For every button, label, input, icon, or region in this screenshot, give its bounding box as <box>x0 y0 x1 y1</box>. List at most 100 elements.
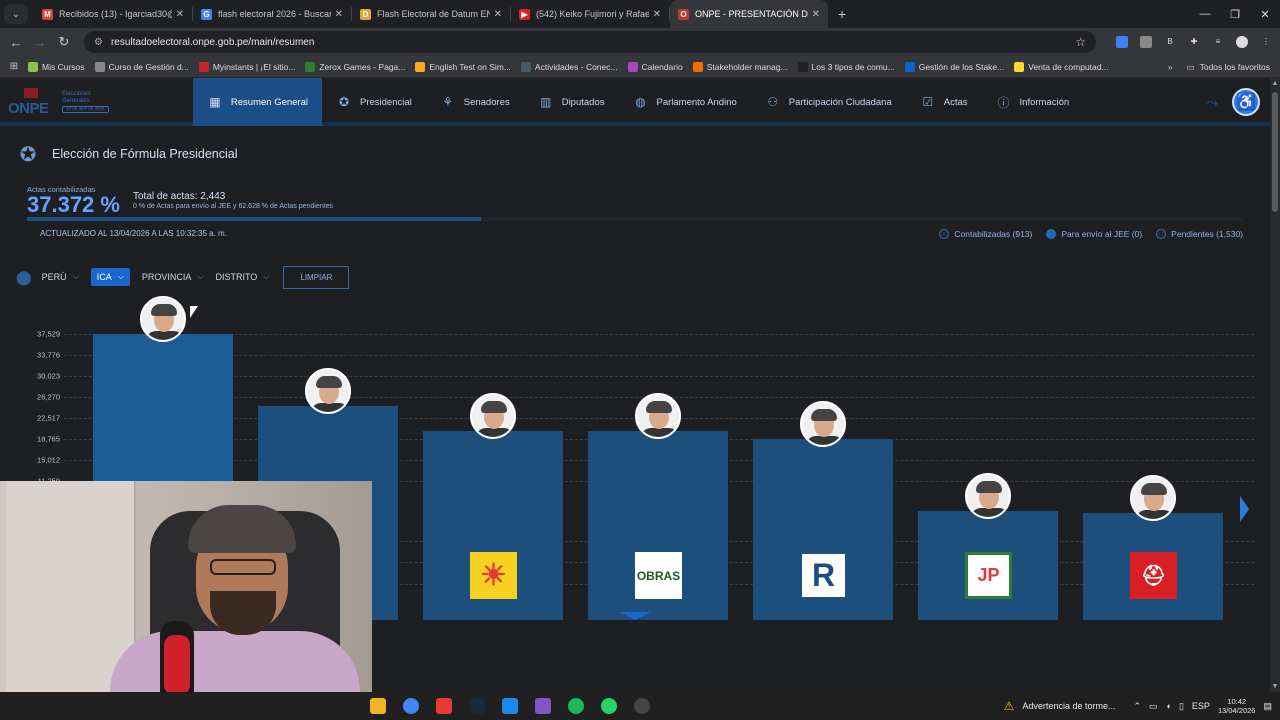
expand-chevron-icon[interactable] <box>619 612 651 620</box>
bookmark-item[interactable]: English Test on Sim... <box>415 61 511 72</box>
bookmark-item[interactable]: Mis Cursos <box>28 61 85 72</box>
scroll-down-icon[interactable]: ▼ <box>1271 683 1279 690</box>
legend-label: Para envío al JEE (0) <box>1061 229 1143 239</box>
clear-filters-button[interactable]: LIMPIAR <box>283 265 350 289</box>
accessibility-icon: ♿ <box>1236 94 1256 111</box>
country-select[interactable]: PERÚ ⌵ <box>42 272 79 282</box>
chrome-icon[interactable] <box>403 698 419 714</box>
candidate-photo[interactable] <box>1130 474 1176 521</box>
candidate-photo[interactable] <box>470 393 516 439</box>
forward-icon[interactable]: → <box>28 35 52 50</box>
nav-item-senadores[interactable]: ⚘ Senadores <box>426 78 524 126</box>
bookmark-item[interactable]: Los 3 tipos de comu... <box>797 61 895 72</box>
close-tab-icon[interactable]: ✕ <box>176 9 184 20</box>
legend-label: Contabilizadas (913) <box>954 229 1033 239</box>
close-tab-icon[interactable]: ✕ <box>335 9 343 20</box>
nav-item-parlamento-andino[interactable]: ◍ Parlamento Andino <box>618 78 750 126</box>
browser-tab[interactable]: ▶ (542) Keiko Fujimori y Rafael Ló ✕ <box>511 0 669 28</box>
close-tab-icon[interactable]: ✕ <box>653 9 661 20</box>
whatsapp-icon[interactable] <box>601 698 617 714</box>
y-tick-label: 33,776 <box>37 350 60 360</box>
network-icon[interactable]: ▭ <box>1149 701 1158 712</box>
brave-icon[interactable] <box>436 698 452 714</box>
section-title: Elección de Fórmula Presidencial <box>52 147 238 161</box>
app-icon[interactable] <box>502 698 518 714</box>
puzzle-icon[interactable]: ✚ <box>1188 36 1200 48</box>
apps-icon[interactable]: ⊞ <box>0 61 28 72</box>
candidate-photo[interactable] <box>635 393 681 439</box>
nav-item-actas[interactable]: ☑ Actas <box>906 78 982 126</box>
onpe-logo[interactable]: ONPE Elecciones Generales 12 de abril de… <box>8 86 118 118</box>
department-select[interactable]: ICA ⌵ <box>90 268 130 286</box>
nav-item-diputados[interactable]: ▥ Diputados <box>524 78 619 126</box>
nav-item-participaci-n-ciudadana[interactable]: ⚇ Participación Ciudadana <box>751 78 906 126</box>
district-select[interactable]: DISTRITO ⌵ <box>215 272 269 282</box>
volume-icon[interactable]: ◖ <box>1166 701 1171 711</box>
candidate-photo[interactable] <box>305 367 351 414</box>
restore-icon[interactable]: ❐ <box>1220 0 1250 28</box>
close-tab-icon[interactable]: ✕ <box>812 9 820 20</box>
notifications-icon[interactable]: ▤ <box>1263 701 1272 712</box>
profile-avatar[interactable] <box>1236 36 1248 48</box>
page-scrollbar[interactable]: ▲ ▼ <box>1270 78 1280 692</box>
extension-icon[interactable] <box>1140 36 1152 48</box>
bookmark-star-icon[interactable]: ☆ <box>1075 35 1086 49</box>
accessibility-button[interactable]: ♿ <box>1232 88 1260 116</box>
weather-text[interactable]: Advertencia de torme... <box>1022 701 1115 711</box>
bookmark-item[interactable]: Gestión de los Stake... <box>904 61 1004 72</box>
share-icon[interactable]: ⤳ <box>1207 94 1218 111</box>
url-text: resultadoelectoral.onpe.gob.pe/main/resu… <box>110 36 315 48</box>
candidate-photo[interactable] <box>965 473 1011 520</box>
extension-icon[interactable]: B <box>1164 36 1176 48</box>
scroll-up-icon[interactable]: ▲ <box>1271 80 1279 87</box>
nav-item-presidencial[interactable]: ✪ Presidencial <box>322 78 426 126</box>
nav-item-label: Presidencial <box>360 96 412 108</box>
battery-icon[interactable]: ▯ <box>1179 701 1184 712</box>
bookmark-item[interactable]: Zerox Games - Paga... <box>305 61 405 72</box>
address-bar[interactable]: ⚙ resultadoelectoral.onpe.gob.pe/main/re… <box>84 31 1096 53</box>
close-window-icon[interactable]: ✕ <box>1250 0 1280 28</box>
bookmark-item[interactable]: Calendario <box>627 61 683 72</box>
onpe-flag-icon <box>24 88 38 98</box>
back-icon[interactable]: ← <box>4 35 28 50</box>
language-indicator[interactable]: ESP <box>1192 701 1210 711</box>
scrollbar-thumb[interactable] <box>1272 92 1278 212</box>
chart-next-arrow[interactable] <box>1240 496 1249 522</box>
nav-item-resumen-general[interactable]: ▦ Resumen General <box>193 78 322 126</box>
clock[interactable]: 10:42 13/04/2026 <box>1218 697 1256 716</box>
obs-icon[interactable] <box>634 698 650 714</box>
site-info-icon[interactable]: ⚙ <box>94 37 103 48</box>
browser-tab[interactable]: M Recibidos (13) - Igarciad30@gm ✕ <box>34 0 192 28</box>
province-select[interactable]: PROVINCIA ⌵ <box>142 272 204 282</box>
all-favorites-folder[interactable]: ▭ Todos los favoritos <box>1187 62 1270 73</box>
browser-tab[interactable]: O ONPE - PRESENTACIÓN DE RES ✕ <box>670 0 828 28</box>
spotify-icon[interactable] <box>568 698 584 714</box>
extension-icon[interactable] <box>1116 36 1128 48</box>
clock-date: 13/04/2026 <box>1217 706 1256 715</box>
nav-item-informaci-n[interactable]: ⓘ Información <box>982 78 1084 126</box>
menu-icon[interactable]: ⋮ <box>1260 36 1272 48</box>
close-tab-icon[interactable]: ✕ <box>494 9 502 20</box>
media-icon[interactable]: ≡ <box>1212 36 1224 48</box>
candidate-photo[interactable] <box>140 296 186 342</box>
more-bookmarks-icon[interactable]: » <box>1168 62 1173 72</box>
bookmark-item[interactable]: Venta de computad... <box>1014 61 1109 72</box>
nav-item-label: Información <box>1019 96 1070 108</box>
bookmark-item[interactable]: Myinstants | ¡El sitio... <box>198 61 295 72</box>
browser-tab[interactable]: D Flash Electoral de Datum EN VI ✕ <box>352 0 510 28</box>
nav-item-label: Participación Ciudadana <box>788 96 892 108</box>
minimize-icon[interactable]: — <box>1190 0 1220 28</box>
tray-chevron-icon[interactable]: ⌃ <box>1133 701 1141 712</box>
election-date: 12 de abril de 2026 <box>62 106 109 114</box>
candidate-photo[interactable] <box>800 400 846 447</box>
bookmark-item[interactable]: Curso de Gestión d... <box>94 61 189 72</box>
reload-icon[interactable]: ↻ <box>52 34 76 50</box>
steam-icon[interactable] <box>469 698 485 714</box>
file-explorer-icon[interactable] <box>370 698 386 714</box>
browser-tab[interactable]: G flash electoral 2026 - Buscar co ✕ <box>193 0 351 28</box>
new-tab-button[interactable]: + <box>838 6 846 22</box>
bookmark-item[interactable]: Stakeholder manag... <box>692 61 788 72</box>
bookmark-item[interactable]: Actividades - Conec... <box>520 61 618 72</box>
discord-icon[interactable] <box>535 698 551 714</box>
tab-search-button[interactable]: ⌄ <box>4 4 28 24</box>
